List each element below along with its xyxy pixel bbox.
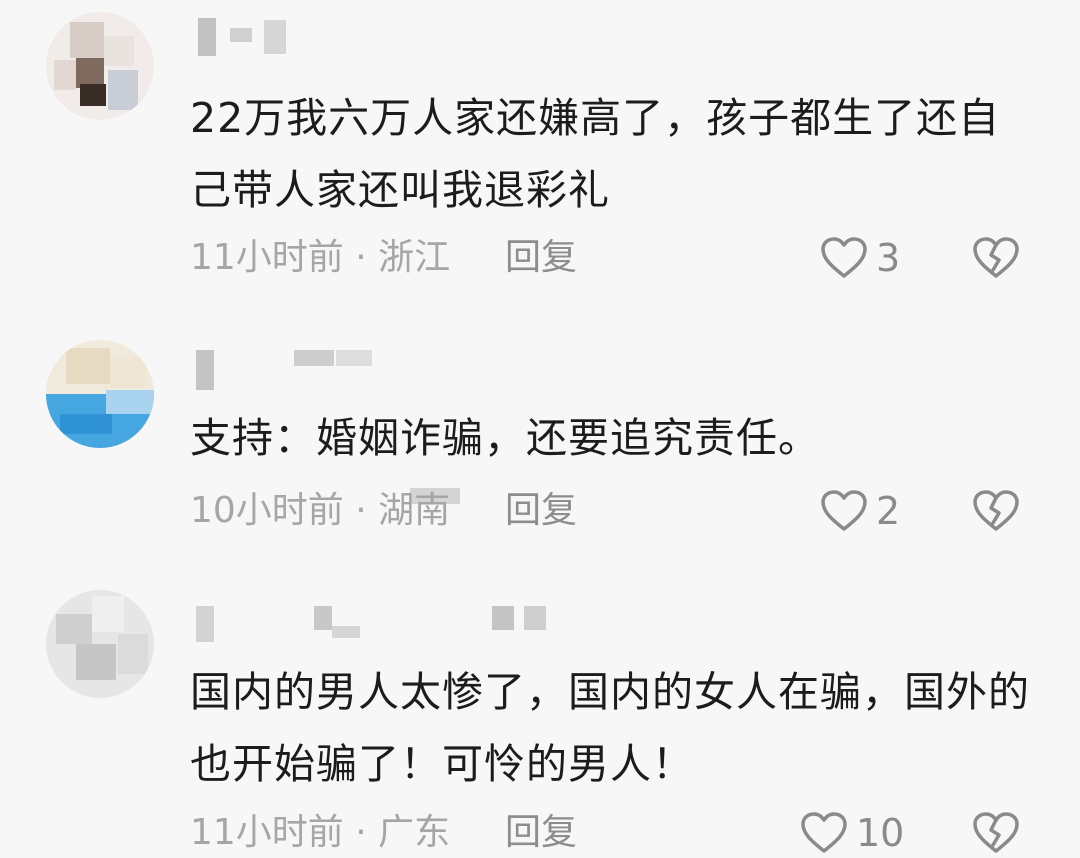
comment-time: 11小时前	[190, 812, 344, 853]
like-button[interactable]: 3	[820, 233, 900, 283]
comment-meta: 11小时前 · 广东	[190, 808, 450, 858]
username-blurred[interactable]	[190, 18, 310, 58]
reply-button[interactable]: 回复	[505, 233, 577, 283]
meta-separator: ·	[355, 490, 367, 531]
meta-separator: ·	[355, 812, 367, 853]
dislike-button[interactable]	[972, 233, 1020, 283]
heart-outline-icon	[821, 490, 867, 531]
like-count: 2	[876, 489, 901, 533]
comment-location: 广东	[378, 812, 451, 853]
comment-location: 湖南	[378, 490, 451, 531]
dislike-button[interactable]	[972, 808, 1020, 858]
like-count: 3	[876, 236, 901, 280]
reply-button[interactable]: 回复	[505, 808, 577, 858]
comment-text: 支持：婚姻诈骗，还要追究责任。	[190, 414, 820, 462]
comment-meta: 11小时前 · 浙江	[190, 233, 450, 283]
reply-button[interactable]: 回复	[505, 486, 577, 536]
comment-time: 11小时前	[190, 237, 344, 278]
like-button[interactable]: 10	[800, 808, 904, 858]
like-button[interactable]: 2	[820, 486, 900, 536]
broken-heart-icon	[973, 237, 1019, 278]
comment-text: 22万我六万人家还嫌高了，孩子都生了还自己带人家还叫我退彩礼	[190, 94, 1001, 214]
broken-heart-icon	[973, 812, 1019, 853]
like-count: 10	[856, 811, 905, 855]
username-blurred[interactable]	[190, 350, 390, 390]
broken-heart-icon	[973, 490, 1019, 531]
comment-location: 浙江	[378, 237, 451, 278]
meta-separator: ·	[355, 237, 367, 278]
avatar[interactable]	[46, 590, 154, 698]
comment-time: 10小时前	[190, 490, 344, 531]
comment-meta: 10小时前 · 湖南	[190, 486, 450, 536]
avatar[interactable]	[46, 340, 154, 448]
heart-outline-icon	[801, 812, 847, 853]
avatar[interactable]	[46, 12, 154, 120]
dislike-button[interactable]	[972, 486, 1020, 536]
heart-outline-icon	[821, 237, 867, 278]
username-blurred[interactable]	[190, 604, 570, 644]
comment-text: 国内的男人太惨了，国内的女人在骗，国外的也开始骗了！可怜的男人！	[190, 668, 1030, 788]
